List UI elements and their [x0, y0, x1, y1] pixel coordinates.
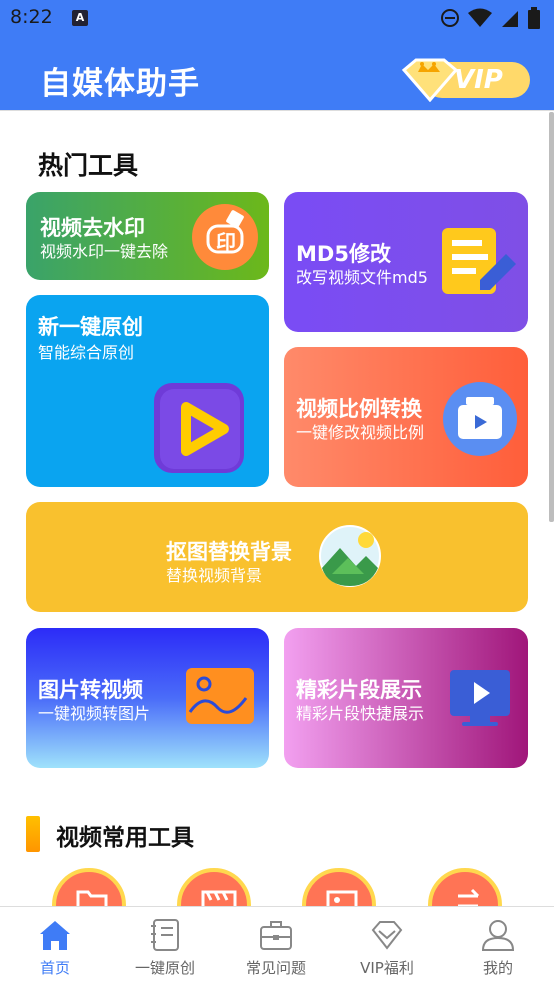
app-title: 自媒体助手 [40, 66, 200, 102]
nav-vip-benefits[interactable]: VIP福利 [332, 907, 442, 985]
nav-label: 我的 [482, 959, 513, 977]
bottom-nav: 首页 一键原创 常见问题 VIP福利 我的 [0, 906, 554, 984]
app-bar: 自媒体助手 VIP [0, 38, 554, 110]
section-accent-bar [26, 816, 40, 852]
stamp-badge-text: 印 [216, 230, 236, 254]
vip-badge[interactable]: VIP [400, 58, 532, 102]
card-title: 新一键原创 [38, 315, 143, 339]
home-icon [40, 921, 70, 950]
briefcase-icon [260, 921, 292, 950]
card-subtitle: 一键修改视频比例 [296, 423, 425, 442]
card-subtitle: 精彩片段快捷展示 [296, 704, 425, 723]
card-remove-watermark[interactable]: 视频去水印 视频水印一键去除 印 [26, 192, 269, 280]
a-icon: A [72, 10, 88, 26]
crown-diamond-icon [401, 58, 459, 102]
monitor-play-icon [450, 670, 510, 726]
card-subtitle: 改写视频文件md5 [296, 268, 428, 287]
do-not-disturb-icon [441, 9, 459, 27]
nav-label: 常见问题 [245, 959, 306, 977]
video-ratio-icon [443, 382, 517, 456]
card-subtitle: 替换视频背景 [166, 566, 263, 585]
video-tools-title: 视频常用工具 [56, 825, 194, 851]
card-image-to-video[interactable]: 图片转视频 一键视频转图片 [26, 628, 269, 768]
hot-tools-title: 热门工具 [38, 151, 139, 180]
scrollbar[interactable] [549, 112, 554, 522]
play-icon [154, 383, 244, 473]
nav-label: 首页 [39, 959, 70, 977]
user-icon [481, 920, 515, 951]
wifi-icon [468, 8, 492, 27]
signal-icon [502, 11, 518, 27]
landscape-icon [319, 525, 381, 587]
vip-label: VIP [454, 65, 503, 95]
nav-label: 一键原创 [134, 959, 195, 977]
card-one-click-original[interactable]: 新一键原创 智能综合原创 [26, 295, 269, 487]
battery-icon [528, 7, 540, 29]
image-icon [186, 668, 254, 724]
diamond-icon [371, 921, 403, 950]
card-subtitle: 一键视频转图片 [38, 704, 151, 723]
status-bar: 8:22 A [0, 0, 554, 38]
card-subtitle: 智能综合原创 [38, 343, 135, 362]
nav-label: VIP福利 [360, 959, 414, 977]
nav-faq[interactable]: 常见问题 [221, 907, 331, 985]
card-md5-modify[interactable]: MD5修改 改写视频文件md5 [284, 192, 528, 332]
card-subtitle: 视频水印一键去除 [40, 242, 169, 261]
nav-home[interactable]: 首页 [0, 907, 110, 985]
nav-one-click-original[interactable]: 一键原创 [110, 907, 220, 985]
notebook-icon [151, 919, 179, 951]
card-highlight-clips[interactable]: 精彩片段展示 精彩片段快捷展示 [284, 628, 528, 768]
card-video-ratio[interactable]: 视频比例转换 一键修改视频比例 [284, 347, 528, 487]
card-cutout-background[interactable]: 抠图替换背景 替换视频背景 [26, 502, 528, 612]
status-icons [440, 7, 540, 29]
status-time: 8:22 [10, 6, 53, 28]
nav-mine[interactable]: 我的 [443, 907, 553, 985]
divider [0, 110, 554, 111]
document-edit-icon [442, 228, 516, 294]
